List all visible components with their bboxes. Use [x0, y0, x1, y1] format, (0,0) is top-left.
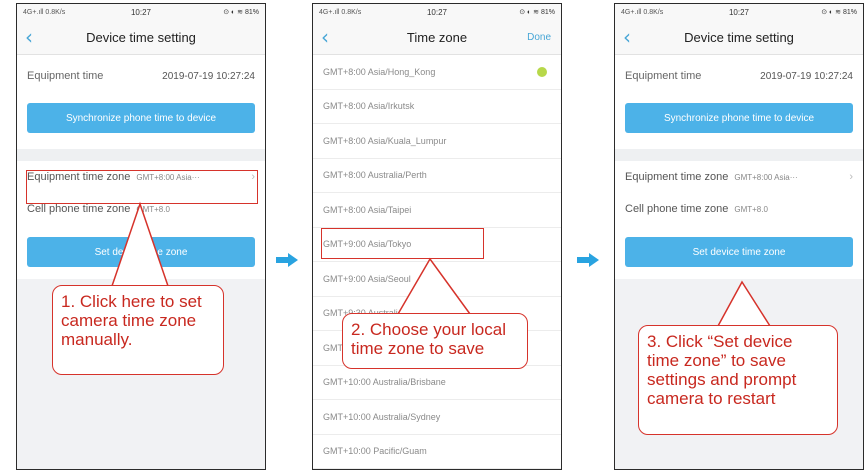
signal-speed: 4G+.ıll 0.8K/s: [621, 8, 664, 16]
battery-status: ⊙ ◐ ≋ 81%: [519, 9, 555, 16]
equipment-time-zone-label: Equipment time zone: [625, 171, 729, 183]
list-item[interactable]: GMT+8:00 Asia/Kuala_Lumpur: [313, 124, 561, 159]
list-item[interactable]: GMT+8:00 Asia/Irkutsk: [313, 90, 561, 124]
list-item[interactable]: GMT+10:00 Australia/Brisbane: [313, 366, 561, 400]
nav-bar: ‹ Device time setting: [17, 20, 265, 55]
equipment-time-row: Equipment time 2019-07-19 10:27:24: [17, 55, 265, 97]
page-title: Device time setting: [86, 29, 196, 45]
nav-bar: ‹ Device time setting: [615, 20, 863, 55]
chevron-right-icon: ›: [849, 171, 853, 183]
cell-phone-time-zone-value: GMT+8.0: [734, 204, 768, 214]
selected-dot-icon: [537, 66, 547, 77]
equipment-time-zone-value: GMT+8:00 Asia···: [734, 172, 798, 182]
nav-bar: ‹ Time zone Done: [313, 20, 561, 55]
list-item[interactable]: GMT+8:00 Asia/Taipei: [313, 193, 561, 228]
equipment-time-zone-row[interactable]: Equipment time zone GMT+8:00 Asia··· ›: [615, 161, 863, 193]
next-step-arrow-icon: [577, 253, 599, 267]
phone-screen-1: 4G+.ıll 0.8K/s 10:27 ⊙ ◐ ≋ 81% ‹ Device …: [16, 3, 266, 470]
list-item[interactable]: GMT+10:00 Australia/Sydney: [313, 400, 561, 435]
cell-phone-time-zone-label: Cell phone time zone: [27, 203, 131, 215]
status-time: 10:27: [426, 7, 448, 17]
battery-status: ⊙ ◐ ≋ 81%: [223, 9, 259, 16]
callout-step-2: 2. Choose your local time zone to save: [342, 313, 528, 369]
signal-speed: 4G+.ıll 0.8K/s: [319, 8, 362, 16]
highlight-tokyo-item: [321, 228, 484, 259]
equipment-time-label: Equipment time: [625, 70, 702, 82]
equipment-time-label: Equipment time: [27, 70, 104, 82]
callout-step-3: 3. Click “Set device time zone” to save …: [638, 325, 838, 435]
back-chevron-icon[interactable]: ‹: [623, 26, 631, 48]
done-button[interactable]: Done: [527, 32, 551, 43]
list-item[interactable]: GMT+8:00 Australia/Perth: [313, 159, 561, 193]
back-chevron-icon[interactable]: ‹: [321, 26, 329, 48]
battery-status: ⊙ ◐ ≋ 81%: [821, 9, 857, 16]
status-bar: 4G+.ıll 0.8K/s 10:27 ⊙ ◐ ≋ 81%: [17, 4, 265, 20]
time-zone-list: GMT+8:00 Asia/Hong_Kong GMT+8:00 Asia/Ir…: [313, 55, 561, 469]
callout-step-1: 1. Click here to set camera time zone ma…: [52, 285, 224, 375]
list-item[interactable]: GMT+9:00 Asia/Seoul: [313, 262, 561, 297]
page-title: Time zone: [406, 29, 468, 45]
sync-time-button[interactable]: Synchronize phone time to device: [27, 103, 255, 133]
signal-speed: 4G+.ıll 0.8K/s: [23, 8, 66, 16]
status-time: 10:27: [130, 7, 152, 17]
cell-phone-time-zone-label: Cell phone time zone: [625, 203, 729, 215]
list-item[interactable]: GMT+8:00 Asia/Hong_Kong: [313, 55, 561, 90]
status-bar: 4G+.ıll 0.8K/s 10:27 ⊙ ◐ ≋ 81%: [313, 4, 561, 20]
sync-time-button[interactable]: Synchronize phone time to device: [625, 103, 853, 133]
next-step-arrow-icon: [276, 253, 298, 267]
page-title: Device time setting: [684, 29, 794, 45]
list-item[interactable]: GMT+10:00 Pacific/Guam: [313, 435, 561, 469]
equipment-time-value: 2019-07-19 10:27:24: [760, 70, 853, 82]
cell-phone-time-zone-value: GMT+8.0: [136, 204, 170, 214]
equipment-time-value: 2019-07-19 10:27:24: [162, 70, 255, 82]
status-bar: 4G+.ıll 0.8K/s 10:27 ⊙ ◐ ≋ 81%: [615, 4, 863, 20]
status-time: 10:27: [728, 7, 750, 17]
highlight-equipment-time-zone: [26, 170, 258, 204]
set-device-time-zone-button[interactable]: Set device time zone: [625, 237, 853, 267]
back-chevron-icon[interactable]: ‹: [25, 26, 33, 48]
equipment-time-row: Equipment time 2019-07-19 10:27:24: [615, 55, 863, 97]
set-device-time-zone-button[interactable]: Set device time zone: [27, 237, 255, 267]
cell-phone-time-zone-row: Cell phone time zone GMT+8.0: [615, 193, 863, 225]
